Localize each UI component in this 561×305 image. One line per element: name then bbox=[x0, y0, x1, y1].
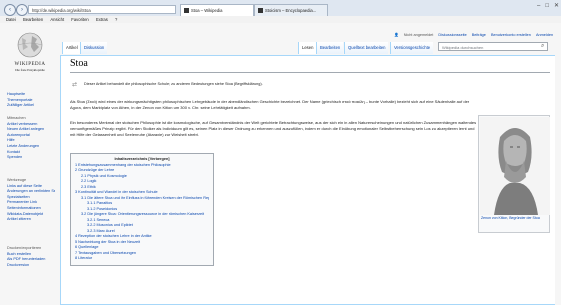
tab-label: Stoicism – Encyclopaedia... bbox=[265, 8, 317, 13]
zenon-bust-image[interactable] bbox=[480, 117, 550, 215]
sidebar-item[interactable]: Spenden bbox=[7, 155, 55, 161]
page-favicon-icon bbox=[258, 8, 263, 13]
not-logged-in: Nicht angemeldet bbox=[403, 33, 434, 37]
minimize-icon[interactable]: – bbox=[537, 3, 540, 9]
globe-icon bbox=[17, 32, 43, 58]
window-controls: – □ ✕ bbox=[532, 2, 559, 9]
title-divider bbox=[70, 72, 550, 73]
sidebar-navigation: Hauptseite Themenportale Zufälliger Arti… bbox=[7, 92, 55, 109]
maximize-icon[interactable]: □ bbox=[545, 3, 549, 9]
sidebar-item[interactable]: Druckversion bbox=[7, 263, 55, 269]
sidebar-drucken: Drucken/exportieren Buch erstellen Als P… bbox=[7, 246, 55, 268]
tab-bearbeiten[interactable]: Bearbeiten bbox=[316, 42, 344, 54]
logo-subtitle: Die freie Enzyklopädie bbox=[15, 68, 45, 72]
toc-item[interactable]: 8 Literatur bbox=[75, 256, 209, 262]
menu-favoriten[interactable]: Favoriten bbox=[71, 17, 88, 22]
wikipedia-favicon-icon bbox=[184, 8, 189, 13]
address-bar[interactable]: http://de.wikipedia.org/wiki/Stoa bbox=[28, 5, 176, 14]
user-icon: 👤 bbox=[394, 33, 399, 37]
tab-stoa-wikipedia[interactable]: Stoa – Wikipedia bbox=[180, 4, 254, 16]
wikipedia-logo[interactable]: WIKIPEDIA Die freie Enzyklopädie bbox=[8, 30, 52, 74]
sidebar-werkzeuge: Werkzeuge Links auf diese Seite Änderung… bbox=[7, 178, 55, 223]
back-button[interactable]: ‹ bbox=[4, 4, 16, 16]
menu-datei[interactable]: Datei bbox=[6, 17, 16, 22]
menu-bearbeiten[interactable]: Bearbeiten bbox=[23, 17, 43, 22]
page-title: Stoa bbox=[70, 58, 88, 69]
sidebar-item[interactable]: Artikel zitieren bbox=[7, 217, 55, 223]
toc-item[interactable]: 3.2 Die jüngere Stoa: Orientierungsresso… bbox=[75, 212, 209, 218]
personal-tools: 👤 Nicht angemeldet Diskussionsseite Beit… bbox=[390, 32, 553, 37]
contributions-link[interactable]: Beiträge bbox=[472, 33, 486, 37]
figure-caption: Zenon von Kition, Begründer der Stoa bbox=[481, 216, 540, 220]
hatnote: Dieser Artikel behandelt die philosophis… bbox=[84, 82, 263, 86]
search-icon[interactable]: ⌕ bbox=[541, 43, 544, 50]
search-input[interactable]: Wikipedia durchsuchen bbox=[438, 42, 548, 51]
tab-artikel[interactable]: Artikel bbox=[62, 42, 81, 54]
close-icon[interactable]: ✕ bbox=[554, 3, 559, 9]
sidebar-item[interactable]: Änderungen an verlinkten Seiten bbox=[7, 189, 55, 195]
sidebar-item-zufaelliger-artikel[interactable]: Zufälliger Artikel bbox=[7, 103, 55, 109]
forward-button[interactable]: › bbox=[16, 4, 28, 16]
sidebar-mitmachen: Mitmachen Artikel verbessern Neuen Artik… bbox=[7, 116, 55, 161]
tab-label: Stoa – Wikipedia bbox=[191, 8, 223, 13]
talk-link[interactable]: Diskussionsseite bbox=[438, 33, 466, 37]
create-account-link[interactable]: Benutzerkonto erstellen bbox=[491, 33, 531, 37]
menu-help[interactable]: ? bbox=[115, 17, 117, 22]
browser-menubar: Datei Bearbeiten Ansicht Favoriten Extra… bbox=[0, 16, 561, 23]
tab-diskussion[interactable]: Diskussion bbox=[80, 42, 108, 54]
intro-paragraph: Als Stoa (Στοά) wird eines der wirkungsm… bbox=[70, 99, 470, 110]
tab-lesen[interactable]: Lesen bbox=[298, 42, 317, 54]
tab-stoicism[interactable]: Stoicism – Encyclopaedia... bbox=[254, 4, 328, 16]
logo-title: WIKIPEDIA bbox=[14, 62, 46, 67]
menu-extras[interactable]: Extras bbox=[96, 17, 108, 22]
tab-quelltext-bearbeiten[interactable]: Quelltext bearbeiten bbox=[344, 42, 389, 54]
disambiguation-icon: ⇄ bbox=[72, 82, 78, 88]
menu-ansicht[interactable]: Ansicht bbox=[50, 17, 64, 22]
tab-versionsgeschichte[interactable]: Versionsgeschichte bbox=[390, 42, 434, 54]
login-link[interactable]: Anmelden bbox=[536, 33, 553, 37]
table-of-contents: Inhaltsverzeichnis [Verbergen] 1 Entsteh… bbox=[70, 153, 214, 266]
second-paragraph: Ein besonderes Merkmal der stoischen Phi… bbox=[70, 120, 477, 137]
